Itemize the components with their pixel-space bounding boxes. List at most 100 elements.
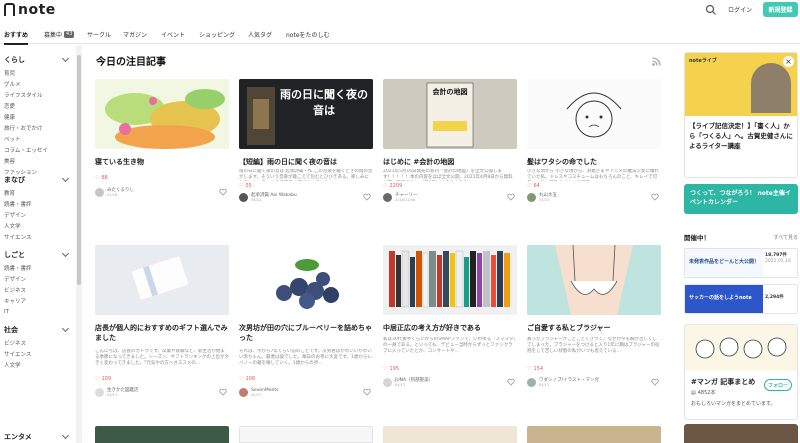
article-title[interactable]: ご自愛する私とブラジャー bbox=[527, 323, 661, 333]
article-card[interactable]: 中居正広の考え方が好きである 私は30代後半くらいからのSMAPファンで、いわゆ… bbox=[383, 245, 517, 405]
illustration-image bbox=[95, 79, 229, 149]
sidebar-item[interactable]: 人文学 bbox=[4, 220, 70, 231]
article-thumbnail[interactable] bbox=[383, 426, 517, 443]
promo-title[interactable]: 【ライブ記信決定！】「書く人」から「つくる人」へ。古賀史健さんによるライター講座 bbox=[689, 121, 795, 151]
sidebar-item[interactable]: ライフスタイル bbox=[4, 89, 70, 100]
article-card[interactable]: 寝ている生き物 ♡ 88 みたくるりし 02/18 bbox=[95, 79, 229, 203]
promo-card-bottom[interactable] bbox=[684, 424, 798, 443]
article-title[interactable]: 店長が個人的におすすめのギフト選んでみました bbox=[95, 323, 229, 343]
tab-circle[interactable]: サークル bbox=[87, 24, 111, 44]
article-thumbnail[interactable] bbox=[239, 426, 373, 443]
tab-shopping[interactable]: ショッピング bbox=[199, 24, 235, 44]
article-author[interactable]: JUNA（阿部聖美） 04/13 bbox=[383, 376, 433, 388]
tab-popular-tags[interactable]: 人気タグ bbox=[248, 24, 272, 44]
sidebar-group-header[interactable]: くらし bbox=[4, 53, 70, 67]
article-thumbnail[interactable] bbox=[95, 79, 229, 149]
tab-recommended[interactable]: おすすめ bbox=[4, 24, 29, 45]
see-all-link[interactable]: すべて見る bbox=[774, 234, 798, 241]
sidebar-item[interactable]: 美容 bbox=[4, 155, 70, 166]
article-thumbnail[interactable] bbox=[527, 245, 661, 315]
tab-enjoy-note[interactable]: noteをたのしむ bbox=[286, 24, 330, 44]
article-card[interactable]: 髪はワタシの命でした 小さな頃から 小さな頃から、お姫さまやアニメの魔法少女に憧… bbox=[527, 79, 661, 203]
scrollbar-thumb[interactable] bbox=[77, 55, 81, 285]
article-author[interactable]: 起承詩篇 Aoi Wakabu 04/22 bbox=[239, 191, 297, 203]
heart-icon[interactable] bbox=[363, 193, 371, 201]
sidebar-item[interactable]: 人文学 bbox=[4, 359, 70, 370]
avatar bbox=[383, 377, 392, 387]
sidebar-item[interactable]: 読書・書評 bbox=[4, 262, 70, 273]
sidebar-item[interactable]: 育児 bbox=[4, 67, 70, 78]
article-title[interactable]: 髪はワタシの命でした bbox=[527, 157, 661, 167]
close-icon[interactable]: × bbox=[783, 56, 794, 67]
sidebar-item[interactable]: サイエンス bbox=[4, 348, 70, 359]
article-author[interactable]: 丸山大五 02/20 bbox=[527, 191, 557, 203]
ongoing-event-card[interactable]: 未発表作品をどーんと大公開！ 18,797件 2021.05.19 bbox=[684, 248, 798, 278]
sidebar-group-header[interactable]: エンタメ bbox=[4, 430, 70, 443]
article-author[interactable]: みたくるりし 02/18 bbox=[95, 186, 134, 198]
article-author[interactable]: ワダシノブ/イラスト・マンガ 04/13 bbox=[527, 376, 599, 388]
ongoing-event-card[interactable]: サッカーの話をしようnote 2,294件 bbox=[684, 284, 798, 314]
heart-icon[interactable] bbox=[219, 388, 227, 396]
sidebar-item[interactable]: キャリア bbox=[4, 295, 70, 306]
article-thumbnail[interactable] bbox=[527, 79, 661, 149]
heart-icon[interactable] bbox=[507, 193, 515, 201]
heart-icon[interactable] bbox=[219, 188, 227, 196]
sidebar-item[interactable]: デザイン bbox=[4, 209, 70, 220]
article-thumbnail[interactable] bbox=[239, 245, 373, 315]
sidebar-item[interactable]: IT bbox=[4, 306, 70, 317]
article-thumbnail[interactable]: 雨の日に聞く夜の音は bbox=[239, 79, 373, 149]
tag-collection-card[interactable]: #マンガ 記事まとめ フォロー ▤ 4852本 おもしろいマンガをまとめています。 bbox=[684, 324, 798, 420]
follow-button[interactable]: フォロー bbox=[764, 379, 792, 391]
rss-icon[interactable] bbox=[652, 57, 661, 66]
sidebar-item[interactable]: サイエンス bbox=[4, 231, 70, 242]
sidebar-scrollbar[interactable] bbox=[76, 45, 82, 443]
sidebar-group-header[interactable]: まなび bbox=[4, 173, 70, 187]
heart-icon[interactable] bbox=[363, 388, 371, 396]
sidebar-item[interactable]: 教育 bbox=[4, 187, 70, 198]
sidebar-item[interactable]: ビジネス bbox=[4, 284, 70, 295]
article-card[interactable]: 店長が個人的におすすめのギフト選んでみました こんにちは、店長のカトウです。卒業… bbox=[95, 245, 229, 405]
heart-icon[interactable] bbox=[507, 378, 515, 386]
sidebar-item[interactable]: 読書・書評 bbox=[4, 198, 70, 209]
tab-recruiting[interactable]: 募集中 43 bbox=[44, 24, 75, 44]
promo-card-live[interactable]: noteライブ × 【ライブ記信決定！】「書く人」から「つくる人」へ。古賀史健さ… bbox=[684, 52, 798, 178]
article-title[interactable]: 次男坊が田の穴にブルーベリーを詰めちゃった bbox=[239, 323, 373, 343]
sidebar-group-header[interactable]: しごと bbox=[4, 248, 70, 262]
article-card[interactable]: 会計の地図 はじめに #会計の地図 2021年5月16日発売の新刊『会計の地図』… bbox=[383, 79, 517, 203]
article-thumbnail[interactable] bbox=[527, 426, 661, 443]
article-author[interactable]: 生きかた図鑑店 04/13 bbox=[95, 386, 139, 398]
sidebar-item[interactable]: 旅行・おでかけ bbox=[4, 122, 70, 133]
signup-button[interactable]: 新規登録 bbox=[763, 2, 798, 17]
tag-title[interactable]: #マンガ 記事まとめ bbox=[691, 377, 755, 387]
article-thumbnail[interactable] bbox=[383, 245, 517, 315]
heart-icon[interactable] bbox=[651, 193, 659, 201]
tab-event[interactable]: イベント bbox=[161, 24, 185, 44]
article-title[interactable]: はじめに #会計の地図 bbox=[383, 157, 517, 167]
sidebar-group-header[interactable]: 社会 bbox=[4, 323, 70, 337]
article-author[interactable]: チャーリー 2018/12/08 bbox=[383, 191, 417, 203]
article-card[interactable]: 次男坊が田の穴にブルーベリーを詰めちゃった それは、今から7年くらい前のことです… bbox=[239, 245, 373, 405]
sidebar-item[interactable]: ペット bbox=[4, 133, 70, 144]
sidebar-item[interactable]: 健康 bbox=[4, 111, 70, 122]
tab-magazine[interactable]: マガジン bbox=[123, 24, 147, 44]
sidebar-item[interactable]: ビジネス bbox=[4, 337, 70, 348]
article-title[interactable]: 中居正広の考え方が好きである bbox=[383, 323, 517, 333]
sidebar-item[interactable]: コラム・エッセイ bbox=[4, 144, 70, 155]
note-logo[interactable]: note bbox=[4, 1, 56, 18]
article-excerpt: 2021年5月16日発売の新刊『会計の地図』を全文公開します！！！！！本の内容を… bbox=[383, 169, 513, 180]
article-title[interactable]: 寝ている生き物 bbox=[95, 157, 229, 167]
login-button[interactable]: ログイン bbox=[722, 2, 758, 17]
search-icon[interactable] bbox=[704, 3, 718, 17]
article-card[interactable]: 雨の日に聞く夜の音は 【短編】雨の日に聞く夜の音は 雨の日に聞く夜の音は 起承詩… bbox=[239, 79, 373, 203]
sidebar-item[interactable]: デザイン bbox=[4, 273, 70, 284]
article-thumbnail[interactable] bbox=[95, 245, 229, 315]
sidebar-item[interactable]: グルメ bbox=[4, 78, 70, 89]
article-thumbnail[interactable] bbox=[95, 426, 229, 443]
heart-icon[interactable] bbox=[651, 378, 659, 386]
event-calendar-banner[interactable]: つくって、つながろう！ note主催イベントカレンダー bbox=[684, 184, 798, 214]
article-thumbnail[interactable]: 会計の地図 bbox=[383, 79, 517, 149]
article-card[interactable]: ご自愛する私とブラジャー 買ったブラジャーがことごとくきつく、なぜか今も胸が苦し… bbox=[527, 245, 661, 405]
article-title[interactable]: 【短編】雨の日に聞く夜の音は bbox=[239, 157, 373, 167]
article-author[interactable]: SevenMeets 04/12 bbox=[239, 386, 278, 398]
sidebar-item[interactable]: 恋愛 bbox=[4, 100, 70, 111]
